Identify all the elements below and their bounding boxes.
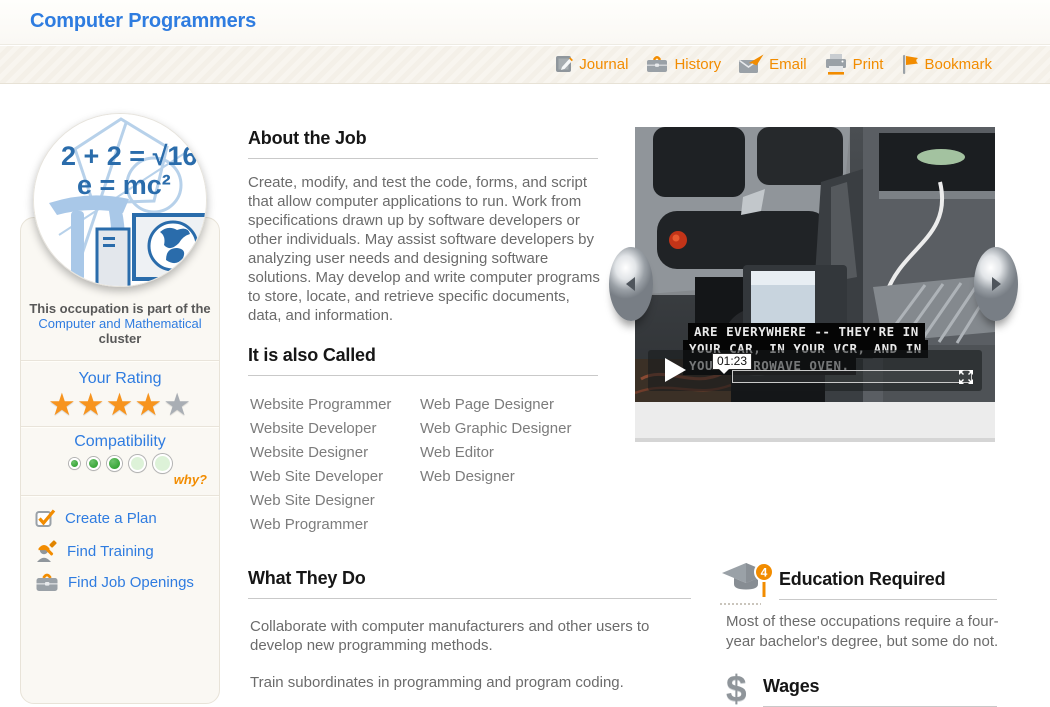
- star-1[interactable]: ★: [48, 387, 77, 422]
- toolbar-history[interactable]: History: [645, 54, 721, 74]
- also-called-item: Website Developer: [250, 417, 391, 441]
- briefcase-icon: [35, 572, 59, 592]
- math-computer-illustration: 2 + 2 = √16 e = mc²: [33, 113, 207, 287]
- badge-equation-1: 2 + 2 = √16: [61, 141, 197, 171]
- also-called-column-2: Web Page Designer Web Graphic Designer W…: [420, 393, 571, 489]
- compatibility-dot-5: [153, 454, 172, 473]
- next-video-button[interactable]: [974, 247, 1018, 321]
- cluster-link[interactable]: Computer and Mathematical: [38, 316, 201, 331]
- cluster-prefix: This occupation is part of the: [21, 301, 219, 316]
- play-button[interactable]: [665, 358, 686, 382]
- also-called-item: Web Designer: [420, 465, 571, 489]
- bookmark-icon: [900, 53, 919, 75]
- rating-label: Your Rating: [21, 370, 219, 388]
- find-training-link[interactable]: Find Training: [35, 540, 154, 563]
- action-label: Find Training: [67, 543, 154, 560]
- journal-icon: [554, 54, 574, 74]
- compatibility-label: Compatibility: [21, 433, 219, 451]
- occupation-page: Computer Programmers Journal History: [0, 0, 1050, 707]
- also-called-column-1: Website Programmer Website Developer Web…: [250, 393, 391, 537]
- wages-heading: Wages: [763, 676, 997, 707]
- also-called-item: Web Editor: [420, 441, 571, 465]
- compatibility-dot-2: [87, 457, 100, 470]
- education-level-badge: 4: [761, 566, 768, 580]
- seek-bar[interactable]: [732, 370, 972, 383]
- occupation-sidebar: This occupation is part of the Computer …: [20, 217, 220, 704]
- toolbar-label: Email: [769, 56, 807, 73]
- create-plan-link[interactable]: Create a Plan: [35, 508, 157, 528]
- time-tooltip: 01:23: [712, 353, 752, 370]
- page-title: Computer Programmers: [30, 10, 256, 33]
- compatibility-dot-3: [107, 456, 122, 471]
- video-caption-bar: [635, 402, 995, 442]
- cluster-suffix: cluster: [21, 331, 219, 346]
- toolbar-label: Bookmark: [924, 56, 992, 73]
- also-called-heading: It is also Called: [248, 345, 598, 376]
- action-label: Find Job Openings: [68, 574, 194, 591]
- find-job-openings-link[interactable]: Find Job Openings: [35, 572, 194, 592]
- star-4[interactable]: ★: [134, 387, 163, 422]
- compatibility-dots: [21, 454, 219, 473]
- print-icon: [824, 53, 848, 75]
- also-called-item: Website Programmer: [250, 393, 391, 417]
- dollar-icon: $: [726, 668, 747, 707]
- toolbar-print[interactable]: Print: [824, 53, 884, 75]
- fullscreen-icon[interactable]: [958, 369, 974, 385]
- previous-video-button[interactable]: [609, 247, 653, 321]
- rating-stars[interactable]: ★★★★★: [21, 388, 219, 422]
- also-called-item: Web Graphic Designer: [420, 417, 571, 441]
- education-heading: Education Required: [779, 569, 997, 600]
- also-called-item: Web Site Designer: [250, 489, 391, 513]
- divider: [21, 495, 219, 496]
- toolbar-label: History: [674, 56, 721, 73]
- why-link[interactable]: why?: [174, 472, 207, 487]
- divider: [21, 426, 219, 427]
- training-icon: [35, 540, 58, 563]
- about-body: Create, modify, and test the code, forms…: [248, 173, 600, 325]
- what-they-do-paragraph-1: Collaborate with computer manufacturers …: [250, 617, 690, 655]
- compatibility-dot-1: [69, 458, 80, 469]
- title-bar: Computer Programmers: [0, 0, 1050, 45]
- divider: [21, 360, 219, 361]
- compatibility-dot-4: [129, 455, 146, 472]
- toolbar-bookmark[interactable]: Bookmark: [900, 53, 992, 75]
- arrow-left-icon: [619, 272, 643, 296]
- toolbar-email[interactable]: Email: [738, 54, 807, 74]
- about-heading: About the Job: [248, 128, 598, 159]
- also-called-item: Web Site Developer: [250, 465, 391, 489]
- video-control-bar: 01:23: [648, 350, 982, 391]
- toolbar-label: Journal: [579, 56, 628, 73]
- also-called-item: Web Page Designer: [420, 393, 571, 417]
- video-caption-line-1: ARE EVERYWHERE -- THEY'RE IN: [688, 323, 925, 341]
- toolbar-label: Print: [853, 56, 884, 73]
- arrow-right-icon: [984, 272, 1008, 296]
- education-cap-icon: 4: [719, 560, 775, 615]
- action-label: Create a Plan: [65, 510, 157, 527]
- cluster-badge: 2 + 2 = √16 e = mc²: [33, 113, 207, 287]
- what-they-do-paragraph-2: Train subordinates in programming and pr…: [250, 673, 690, 692]
- star-3[interactable]: ★: [106, 387, 135, 422]
- education-body: Most of these occupations require a four…: [726, 612, 1018, 651]
- also-called-item: Website Designer: [250, 441, 391, 465]
- toolbar-journal[interactable]: Journal: [554, 54, 628, 74]
- badge-equation-2: e = mc²: [77, 170, 171, 200]
- email-icon: [738, 54, 764, 74]
- toolbar: Journal History Email: [554, 53, 992, 75]
- video-player[interactable]: ARE EVERYWHERE -- THEY'RE IN YOUR CAR, I…: [635, 127, 995, 402]
- star-2[interactable]: ★: [77, 387, 106, 422]
- cluster-text: This occupation is part of the Computer …: [21, 301, 219, 346]
- what-they-do-heading: What They Do: [248, 568, 691, 599]
- also-called-item: Web Programmer: [250, 513, 391, 537]
- checkbox-icon: [35, 508, 56, 528]
- history-icon: [645, 54, 669, 74]
- star-5[interactable]: ★: [163, 387, 192, 422]
